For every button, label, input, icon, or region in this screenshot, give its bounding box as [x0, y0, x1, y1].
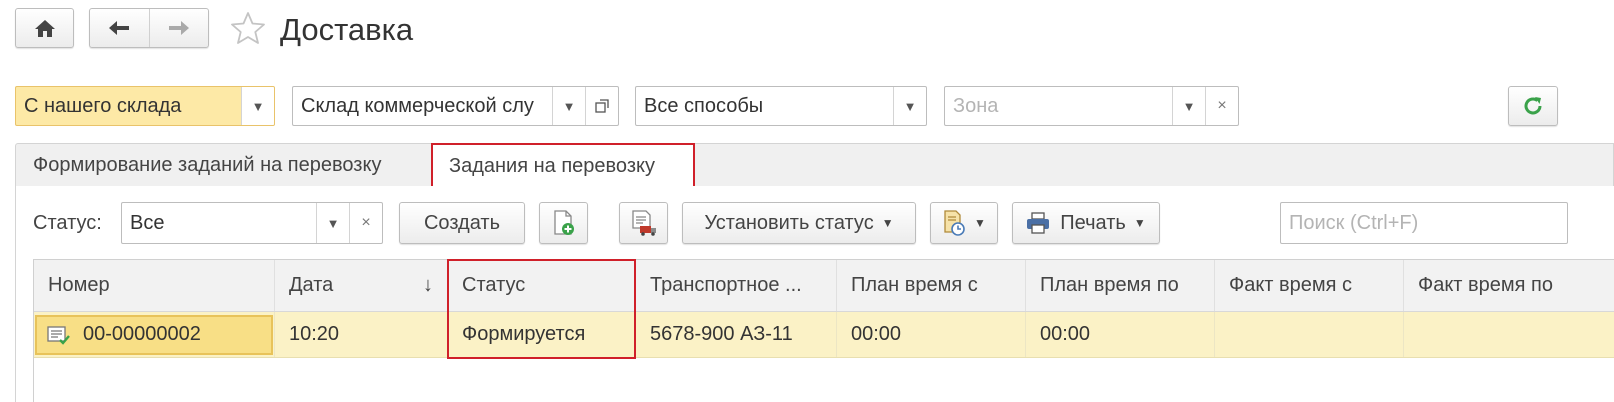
- source-value: С нашего склада: [16, 94, 241, 118]
- set-status-button[interactable]: Установить статус ▼: [682, 202, 916, 244]
- dropdown-icon[interactable]: ▼: [552, 87, 585, 125]
- chevron-down-icon: ▼: [974, 216, 986, 230]
- column-header-number[interactable]: Номер: [34, 260, 275, 311]
- schedule-icon: [944, 210, 965, 236]
- page-title: Доставка: [280, 12, 414, 47]
- home-icon: [34, 20, 55, 37]
- table-row[interactable]: 00-00000002 10:20 Формируется 5678-900 А…: [34, 312, 1614, 358]
- cell-fact-to: [1404, 312, 1614, 357]
- add-document-icon: [553, 210, 574, 235]
- dropdown-icon[interactable]: ▼: [1172, 87, 1205, 125]
- methods-value: Все способы: [644, 94, 764, 117]
- dropdown-icon[interactable]: ▼: [893, 87, 926, 125]
- methods-select[interactable]: Все способы ▼: [635, 86, 927, 126]
- dropdown-icon[interactable]: ▼: [241, 87, 274, 125]
- refresh-icon: [1524, 97, 1542, 115]
- tab-formation[interactable]: Формирование заданий на перевозку: [15, 144, 430, 186]
- sort-descending-icon: ↓: [423, 274, 433, 296]
- favorite-button[interactable]: [228, 10, 268, 46]
- delivery-document-button[interactable]: [619, 202, 668, 244]
- dropdown-icon[interactable]: ▼: [316, 203, 349, 243]
- set-status-label: Установить статус: [704, 211, 874, 234]
- cell-status: Формируется: [448, 312, 636, 357]
- cell-plan-to: 00:00: [1026, 312, 1215, 357]
- back-button[interactable]: [90, 9, 150, 47]
- column-header-vehicle[interactable]: Транспортное ...: [636, 260, 837, 311]
- open-icon[interactable]: [585, 87, 618, 125]
- clear-icon[interactable]: ×: [349, 203, 382, 243]
- status-label: Статус:: [33, 211, 102, 234]
- back-arrow-icon: [109, 21, 130, 35]
- column-header-plan-to[interactable]: План время по: [1026, 260, 1215, 311]
- cell-number-focus: 00-00000002: [35, 314, 273, 355]
- tab-label: Формирование заданий на перевозку: [33, 153, 382, 176]
- status-filter-value: Все: [130, 211, 165, 234]
- search-input[interactable]: Поиск (Ctrl+F): [1280, 202, 1568, 244]
- column-header-date[interactable]: Дата ↓: [275, 260, 448, 311]
- column-header-plan-from[interactable]: План время с: [837, 260, 1026, 311]
- create-label: Создать: [423, 211, 500, 234]
- zone-select[interactable]: Зона ▼ ×: [944, 86, 1239, 126]
- chevron-down-icon: ▼: [1133, 216, 1146, 230]
- clear-icon[interactable]: ×: [1205, 87, 1238, 125]
- nav-button-group: [89, 8, 209, 48]
- cell-vehicle: 5678-900 АЗ-11: [636, 312, 837, 357]
- cell-date: 10:20: [275, 312, 448, 357]
- tab-label: Задания на перевозку: [449, 154, 655, 177]
- tab-transport-tasks[interactable]: Задания на перевозку: [431, 143, 695, 187]
- home-button[interactable]: [15, 8, 74, 48]
- schedule-button[interactable]: ▼: [930, 202, 998, 244]
- printer-icon: [1027, 212, 1050, 234]
- document-status-icon: [47, 325, 70, 345]
- forward-button[interactable]: [150, 9, 209, 47]
- refresh-button[interactable]: [1508, 86, 1558, 126]
- status-filter[interactable]: Все ▼ ×: [121, 202, 383, 244]
- column-header-status[interactable]: Статус: [448, 260, 636, 311]
- column-header-fact-to[interactable]: Факт время по: [1404, 260, 1614, 311]
- cell-number[interactable]: 00-00000002: [34, 312, 275, 357]
- print-button[interactable]: Печать ▼: [1012, 202, 1160, 244]
- forward-arrow-icon: [168, 21, 189, 35]
- create-button[interactable]: Создать: [399, 202, 525, 244]
- warehouse-value: Склад коммерческой слу: [301, 94, 534, 117]
- warehouse-select[interactable]: Склад коммерческой слу ▼: [292, 86, 619, 126]
- table-header: Номер Дата ↓ Статус Транспортное ... Пла…: [34, 260, 1614, 312]
- delivery-document-icon: [631, 210, 656, 236]
- print-label: Печать: [1060, 211, 1126, 234]
- column-header-fact-from[interactable]: Факт время с: [1215, 260, 1404, 311]
- search-placeholder: Поиск (Ctrl+F): [1289, 211, 1419, 234]
- chevron-down-icon: ▼: [881, 216, 894, 230]
- cell-fact-from: [1215, 312, 1404, 357]
- source-select[interactable]: С нашего склада ▼: [15, 86, 275, 126]
- zone-placeholder: Зона: [953, 94, 999, 117]
- star-icon: [231, 12, 265, 44]
- add-document-button[interactable]: [539, 202, 588, 244]
- cell-plan-from: 00:00: [837, 312, 1026, 357]
